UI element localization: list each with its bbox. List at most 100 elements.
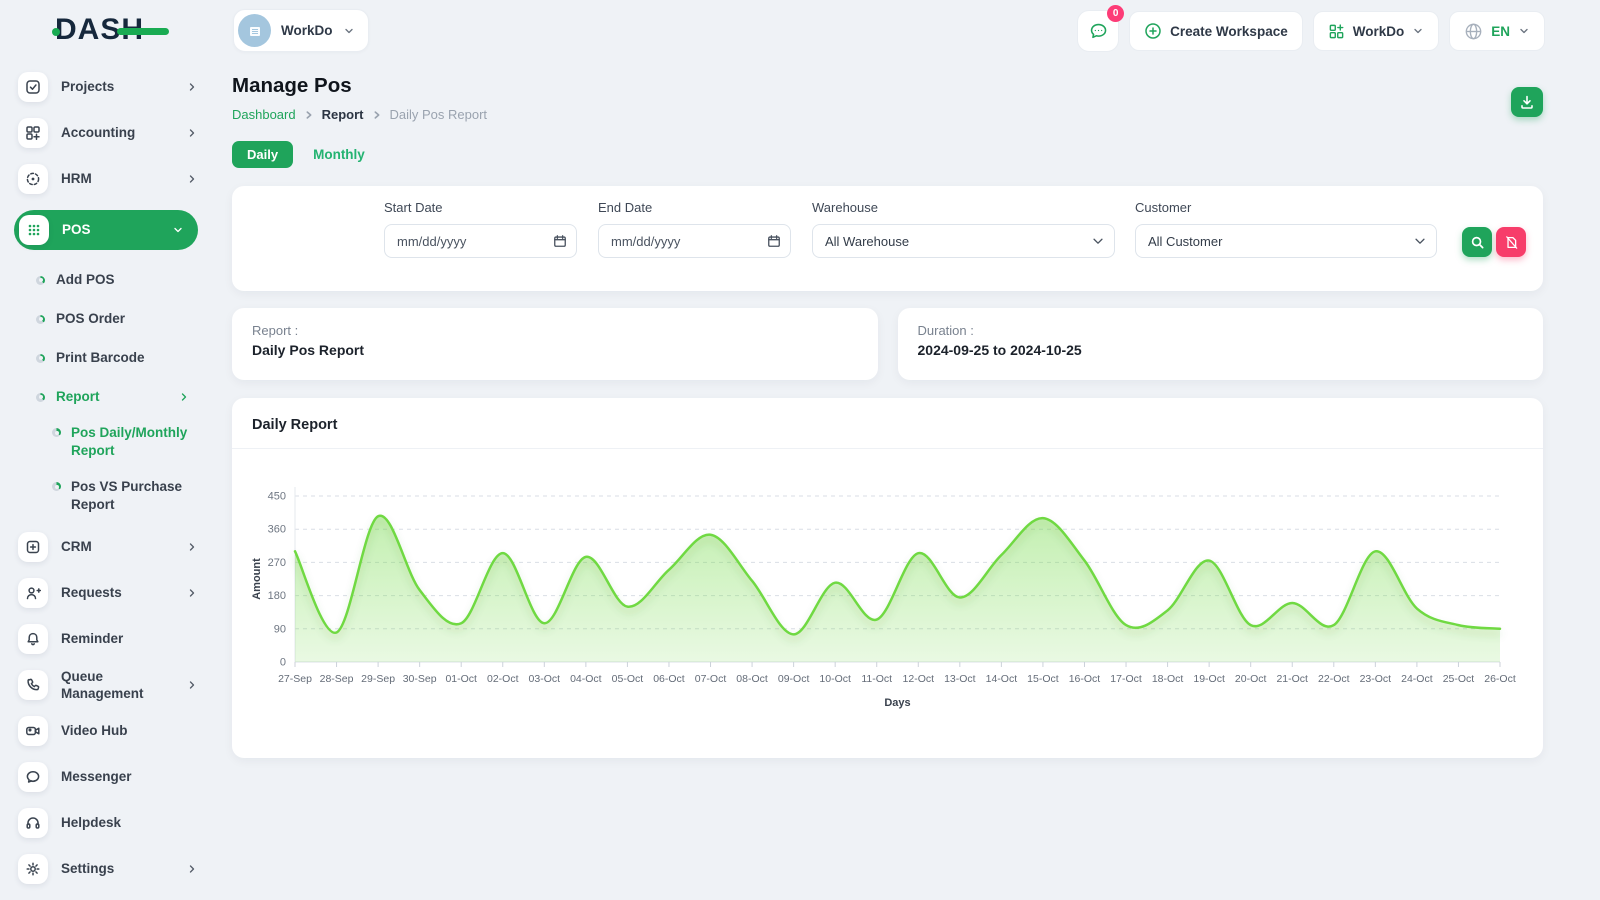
sidebar-item-requests[interactable]: Requests xyxy=(18,578,198,608)
tab-monthly[interactable]: Monthly xyxy=(313,147,365,162)
logo-accent-dot xyxy=(52,28,60,36)
x-tick-label: 02-Oct xyxy=(487,673,519,685)
summary-row: Report : Daily Pos Report Duration : 202… xyxy=(232,308,1543,380)
page-header: Manage Pos Dashboard Report Daily Pos Re… xyxy=(232,74,1543,122)
messages-badge: 0 xyxy=(1107,5,1124,22)
gear-icon xyxy=(18,854,48,884)
x-tick-label: 10-Oct xyxy=(819,673,851,685)
sidebar-item-add-pos[interactable]: Add POS xyxy=(36,268,190,292)
x-tick-label: 28-Sep xyxy=(320,673,354,685)
download-button[interactable] xyxy=(1511,87,1543,117)
y-tick-label: 360 xyxy=(268,524,286,536)
topbar-actions: 0 Create Workspace WorkDo EN xyxy=(1077,10,1545,52)
create-workspace-label: Create Workspace xyxy=(1170,24,1288,39)
customer-select[interactable]: All Customer xyxy=(1135,224,1437,258)
x-tick-label: 05-Oct xyxy=(612,673,644,685)
sidebar-item-settings[interactable]: Settings xyxy=(18,854,198,884)
warehouse-select[interactable]: All Warehouse xyxy=(812,224,1115,258)
duration-label: Duration : xyxy=(918,323,1524,338)
x-tick-label: 07-Oct xyxy=(695,673,727,685)
report-summary-card: Report : Daily Pos Report xyxy=(232,308,878,380)
x-tick-label: 11-Oct xyxy=(861,673,892,685)
y-tick-label: 180 xyxy=(268,590,286,602)
x-tick-label: 09-Oct xyxy=(778,673,810,685)
start-date-label: Start Date xyxy=(384,200,577,215)
sidebar-item-pos-daily-monthly-report[interactable]: Pos Daily/Monthly Report xyxy=(52,424,198,459)
language-selector[interactable]: EN xyxy=(1449,11,1545,51)
duration-value: 2024-09-25 to 2024-10-25 xyxy=(918,342,1524,358)
chevron-down-icon xyxy=(1413,234,1427,248)
chevron-down-icon xyxy=(343,25,355,37)
checkbox-icon xyxy=(18,72,48,102)
end-date-label: End Date xyxy=(598,200,791,215)
sidebar-item-pos-vs-purchase-report[interactable]: Pos VS Purchase Report xyxy=(52,478,198,513)
bullet-icon xyxy=(52,428,61,437)
sidebar-item-messenger[interactable]: Messenger xyxy=(18,762,198,792)
calendar-icon[interactable] xyxy=(767,234,781,248)
sidebar-item-reminder[interactable]: Reminder xyxy=(18,624,198,654)
sidebar-item-helpdesk[interactable]: Helpdesk xyxy=(18,808,198,838)
workspace-selector[interactable]: WorkDo xyxy=(233,9,369,52)
sidebar-item-accounting[interactable]: Accounting xyxy=(18,118,198,148)
x-tick-label: 26-Oct xyxy=(1484,673,1516,685)
daily-report-chart: 09018027036045027-Sep28-Sep29-Sep30-Sep0… xyxy=(246,459,1529,715)
warehouse-field: Warehouse All Warehouse xyxy=(812,200,1115,258)
bullet-icon xyxy=(36,276,45,285)
bullet-icon xyxy=(36,354,45,363)
chevron-right-icon xyxy=(186,81,198,93)
y-tick-label: 90 xyxy=(274,623,286,635)
building-icon xyxy=(238,14,271,47)
x-tick-label: 01-Oct xyxy=(445,673,477,685)
customer-label: Customer xyxy=(1135,200,1437,215)
x-tick-label: 13-Oct xyxy=(944,673,976,685)
customer-field: Customer All Customer xyxy=(1135,200,1437,258)
chevron-down-icon xyxy=(172,224,184,236)
sidebar-item-queue-management[interactable]: Queue Management xyxy=(18,670,198,700)
app-logo[interactable]: DASH xyxy=(55,13,165,47)
sidebar-item-pos-order[interactable]: POS Order xyxy=(36,307,190,331)
sidebar-item-print-barcode[interactable]: Print Barcode xyxy=(36,346,190,370)
sidebar-item-crm[interactable]: CRM xyxy=(18,532,198,562)
breadcrumb-report[interactable]: Report xyxy=(322,107,364,122)
calendar-icon[interactable] xyxy=(553,234,567,248)
chevron-right-icon xyxy=(186,173,198,185)
x-tick-label: 19-Oct xyxy=(1193,673,1225,685)
x-tick-label: 24-Oct xyxy=(1401,673,1433,685)
app-menu-label: WorkDo xyxy=(1353,24,1405,39)
create-workspace-button[interactable]: Create Workspace xyxy=(1129,11,1303,51)
tab-daily[interactable]: Daily xyxy=(232,141,293,168)
x-tick-label: 12-Oct xyxy=(903,673,935,685)
sidebar-item-projects[interactable]: Projects xyxy=(18,72,198,102)
search-button[interactable] xyxy=(1462,227,1492,257)
x-tick-label: 20-Oct xyxy=(1235,673,1267,685)
bullet-icon xyxy=(36,315,45,324)
breadcrumb: Dashboard Report Daily Pos Report xyxy=(232,107,1543,122)
sidebar-item-video-hub[interactable]: Video Hub xyxy=(18,716,198,746)
start-date-input[interactable] xyxy=(385,225,576,257)
y-tick-label: 450 xyxy=(268,491,286,503)
phone-icon xyxy=(18,670,48,700)
chevron-right-icon xyxy=(186,587,198,599)
target-icon xyxy=(18,164,48,194)
logo-accent-bar xyxy=(117,28,169,35)
x-tick-label: 27-Sep xyxy=(278,673,312,685)
x-tick-label: 30-Sep xyxy=(403,673,437,685)
chevron-right-icon xyxy=(186,127,198,139)
chevron-down-icon xyxy=(1518,25,1530,37)
messages-button[interactable]: 0 xyxy=(1077,10,1119,52)
sidebar-item-hrm[interactable]: HRM xyxy=(18,164,198,194)
dots-icon xyxy=(19,215,49,245)
chat-icon xyxy=(18,762,48,792)
end-date-input[interactable] xyxy=(599,225,790,257)
x-tick-label: 18-Oct xyxy=(1152,673,1184,685)
app-menu-button[interactable]: WorkDo xyxy=(1313,11,1440,51)
report-value: Daily Pos Report xyxy=(252,342,858,358)
duration-summary-card: Duration : 2024-09-25 to 2024-10-25 xyxy=(898,308,1544,380)
report-period-tabs: Daily Monthly xyxy=(232,141,1543,168)
breadcrumb-dashboard[interactable]: Dashboard xyxy=(232,107,296,122)
reset-button[interactable] xyxy=(1496,227,1526,257)
sidebar-item-report[interactable]: Report xyxy=(36,385,190,409)
x-tick-label: 04-Oct xyxy=(570,673,602,685)
warehouse-label: Warehouse xyxy=(812,200,1115,215)
sidebar-item-pos[interactable]: POS xyxy=(14,210,198,250)
